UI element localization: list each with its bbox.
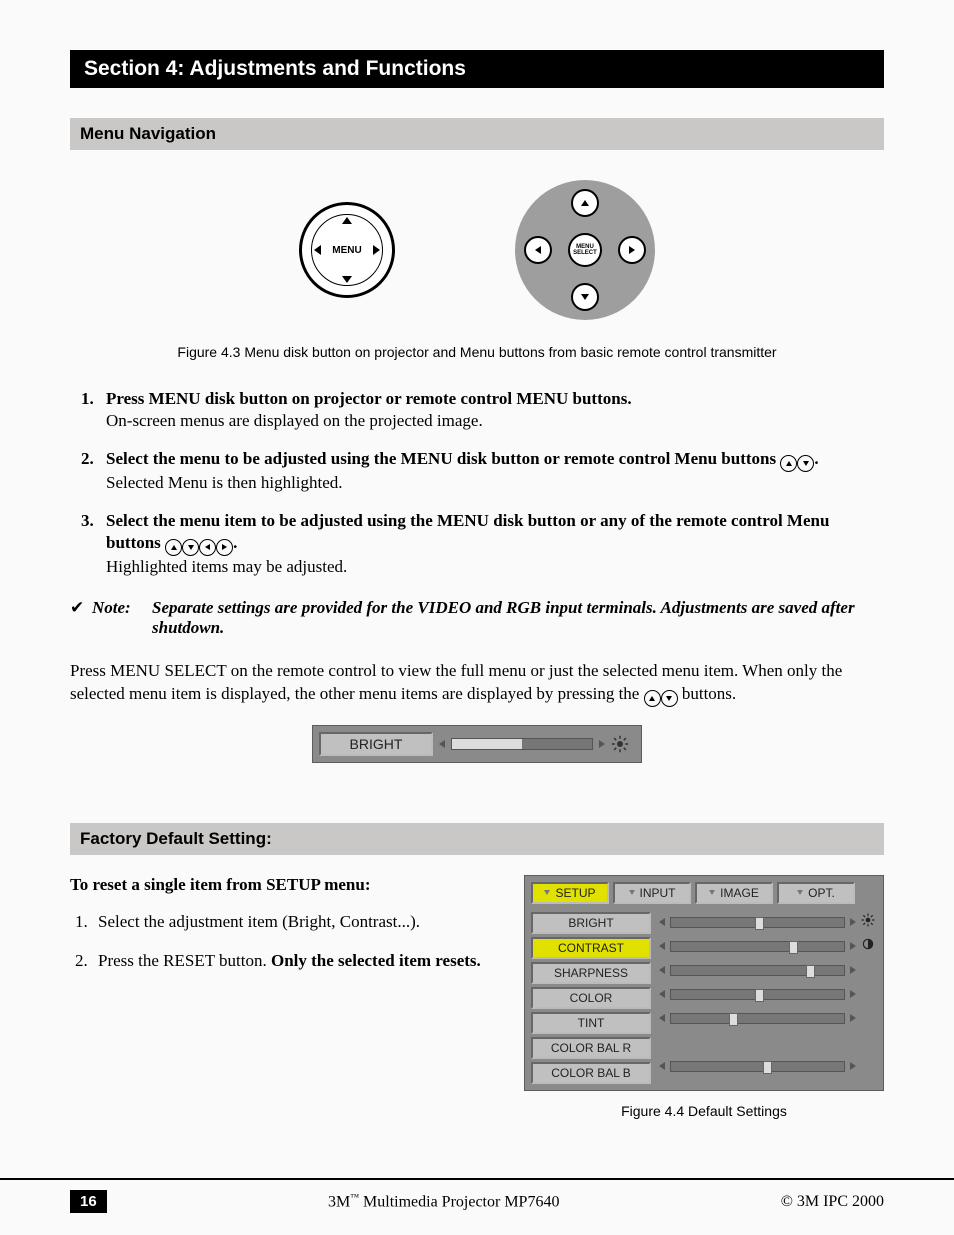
osd-item-bright: BRIGHT [531, 912, 651, 934]
menu-navigation-heading: Menu Navigation [70, 118, 884, 150]
arrow-left-icon [659, 966, 665, 974]
footer-center: 3M™ Multimedia Projector MP7640 [328, 1192, 560, 1211]
osd-slider-row [659, 936, 877, 957]
reset-step-2: Press the RESET button. Only the selecte… [92, 950, 494, 973]
down-icon [182, 539, 199, 556]
triangle-left-icon [314, 245, 321, 255]
arrow-right-icon [850, 1014, 856, 1022]
osd-item-color-bal-r: COLOR BAL R [531, 1037, 651, 1059]
osd-slider-row [659, 912, 877, 933]
figure-4-4-caption: Figure 4.4 Default Settings [524, 1103, 884, 1119]
reset-step-1: Select the adjustment item (Bright, Cont… [92, 911, 494, 934]
remote-down-button [571, 283, 599, 311]
remote-menu-select-button: MENU SELECT [568, 233, 602, 267]
arrow-right-icon [850, 966, 856, 974]
osd-slider-row [659, 1008, 877, 1029]
arrow-right-icon [599, 740, 605, 748]
reset-heading: To reset a single item from SETUP menu: [70, 875, 494, 895]
arrow-left-icon [659, 990, 665, 998]
up-icon [165, 539, 182, 556]
page-footer: 16 3M™ Multimedia Projector MP7640 © 3M … [0, 1178, 954, 1213]
osd-item-color-bal-b: COLOR BAL B [531, 1062, 651, 1084]
contrast-icon [861, 937, 877, 956]
note-text: Separate settings are provided for the V… [152, 598, 884, 638]
osd-slider-row [659, 1032, 877, 1053]
arrow-left-icon [659, 918, 665, 926]
remote-dpad: MENU SELECT [515, 180, 655, 320]
triangle-down-icon [342, 276, 352, 283]
figure-4-3-caption: Figure 4.3 Menu disk button on projector… [70, 344, 884, 360]
note-label: Note: [92, 598, 152, 638]
triangle-up-icon [342, 217, 352, 224]
step-3: Select the menu item to be adjusted usin… [98, 510, 884, 578]
reset-steps: Select the adjustment item (Bright, Cont… [70, 911, 494, 973]
section-title: Section 4: Adjustments and Functions [70, 50, 884, 88]
post-note-paragraph: Press MENU SELECT on the remote control … [70, 660, 884, 706]
right-icon [216, 539, 233, 556]
figure-4-3: MENU MENU SELECT [70, 170, 884, 328]
osd-item-sharpness: SHARPNESS [531, 962, 651, 984]
bright-label-tab: BRIGHT [319, 732, 433, 756]
osd-tab-opt: OPT. [777, 882, 855, 904]
arrow-right-icon [850, 1062, 856, 1070]
osd-item-contrast: CONTRAST [531, 937, 651, 959]
up-icon [644, 690, 661, 707]
remote-right-button [618, 236, 646, 264]
sun-icon [611, 735, 629, 753]
menu-disk-label: MENU [332, 245, 361, 256]
menu-disk-button: MENU [299, 202, 395, 298]
osd-slider-row [659, 960, 877, 981]
osd-item-tint: TINT [531, 1012, 651, 1034]
check-icon: ✔ [70, 598, 92, 638]
osd-tab-input: INPUT [613, 882, 691, 904]
step-1: Press MENU disk button on projector or r… [98, 388, 884, 432]
arrow-right-icon [850, 942, 856, 950]
osd-tab-setup: SETUP [531, 882, 609, 904]
arrow-left-icon [659, 942, 665, 950]
arrow-left-icon [659, 1062, 665, 1070]
osd-slider-row [659, 984, 877, 1005]
left-icon [199, 539, 216, 556]
bright-slider [433, 735, 635, 753]
arrow-right-icon [850, 918, 856, 926]
footer-copyright: © 3M IPC 2000 [781, 1193, 884, 1211]
down-icon [661, 690, 678, 707]
remote-up-button [571, 189, 599, 217]
instruction-steps: Press MENU disk button on projector or r… [70, 388, 884, 578]
step-2: Select the menu to be adjusted using the… [98, 448, 884, 494]
factory-default-heading: Factory Default Setting: [70, 823, 884, 855]
sun-icon [861, 913, 877, 932]
osd-tab-image: IMAGE [695, 882, 773, 904]
remote-left-button [524, 236, 552, 264]
single-adjustment-bar: BRIGHT [312, 725, 642, 763]
up-icon [780, 455, 797, 472]
osd-item-color: COLOR [531, 987, 651, 1009]
arrow-right-icon [850, 990, 856, 998]
arrow-left-icon [659, 1014, 665, 1022]
arrow-left-icon [439, 740, 445, 748]
down-icon [797, 455, 814, 472]
triangle-right-icon [373, 245, 380, 255]
osd-menu: SETUPINPUTIMAGEOPT. BRIGHT CONTRAST SHARPN… [524, 875, 884, 1091]
note-row: ✔ Note: Separate settings are provided f… [70, 598, 884, 638]
page-number: 16 [70, 1190, 107, 1213]
osd-slider-row [659, 1056, 877, 1077]
